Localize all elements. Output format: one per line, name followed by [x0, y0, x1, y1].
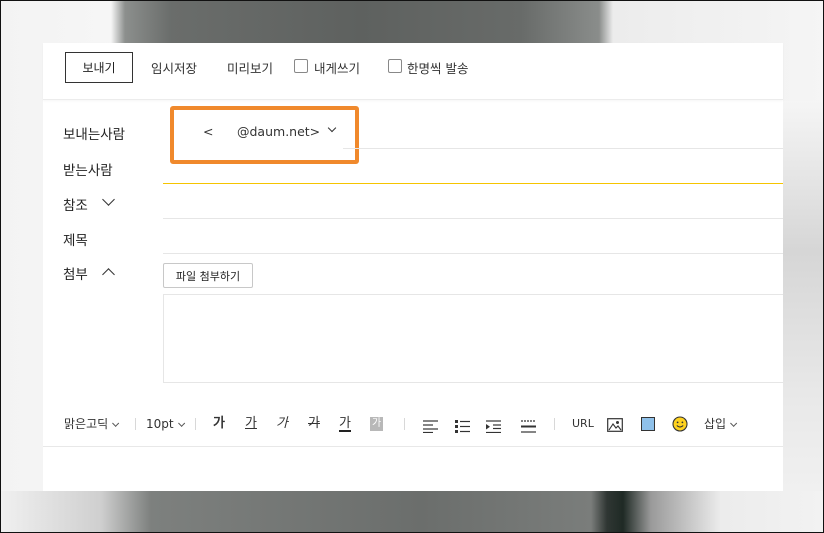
- chevron-down-icon: [177, 419, 185, 427]
- cc-label[interactable]: 참조: [63, 194, 88, 214]
- individual-send-checkbox[interactable]: [388, 59, 402, 73]
- background-color-button[interactable]: 가: [370, 417, 384, 431]
- toolbar-divider: [404, 418, 405, 430]
- font-color-button[interactable]: 가: [339, 417, 351, 432]
- preview-button[interactable]: 미리보기: [227, 58, 273, 77]
- insert-label: 삽입: [704, 417, 727, 431]
- toolbar-divider: [554, 418, 555, 430]
- underline-button[interactable]: 가: [245, 417, 257, 431]
- cc-input[interactable]: [163, 185, 783, 217]
- attach-file-button[interactable]: 파일 첨부하기: [163, 263, 253, 288]
- subject-input[interactable]: [163, 220, 783, 252]
- toolbar-divider: [195, 418, 196, 430]
- background-blur-bottom: [1, 491, 823, 532]
- insert-menu[interactable]: 삽입: [704, 417, 738, 431]
- save-draft-button[interactable]: 임시저장: [151, 58, 197, 77]
- to-myself-label[interactable]: 내게쓰기: [314, 58, 360, 77]
- sender-label: 보내는사람: [63, 127, 126, 143]
- horizontal-rule-icon[interactable]: [521, 418, 536, 433]
- subject-label: 제목: [63, 233, 88, 249]
- individual-send-label[interactable]: 한명씩 발송: [407, 58, 468, 77]
- font-size-value: 10pt: [146, 417, 174, 431]
- subject-divider: [163, 253, 783, 254]
- strikethrough-button[interactable]: 가: [308, 417, 320, 431]
- bold-button[interactable]: 가: [213, 417, 225, 431]
- to-myself-checkbox[interactable]: [294, 59, 308, 73]
- sender-divider: [343, 148, 783, 149]
- italic-button[interactable]: 가: [276, 417, 288, 431]
- attach-label[interactable]: 첨부: [63, 263, 88, 283]
- background-blur-right: [783, 101, 823, 491]
- emoticon-icon[interactable]: [672, 416, 688, 432]
- numbered-list-icon[interactable]: [455, 418, 470, 433]
- cc-divider: [163, 218, 783, 219]
- table-color-swatch-icon[interactable]: [641, 417, 655, 431]
- chevron-down-icon: [730, 419, 738, 427]
- screenshot-frame: 보내기 임시저장 미리보기 내게쓰기 한명씩 발송 보내는사람 < @daum.…: [0, 0, 824, 533]
- editor-toolbar: 맑은고딕 10pt 가 가 가 가 가 가 URL 삽입: [43, 403, 783, 447]
- indent-icon[interactable]: [486, 418, 501, 434]
- font-family-select[interactable]: 맑은고딕: [64, 417, 120, 431]
- compose-toolbar: 보내기 임시저장 미리보기 내게쓰기 한명씩 발송: [43, 43, 783, 100]
- align-left-icon[interactable]: [423, 418, 438, 434]
- attach-chevron-up-icon[interactable]: [102, 268, 115, 281]
- send-button[interactable]: 보내기: [65, 52, 133, 83]
- mail-compose-panel: 보내기 임시저장 미리보기 내게쓰기 한명씩 발송 보내는사람 < @daum.…: [43, 43, 783, 491]
- toolbar-divider: [135, 418, 136, 430]
- url-button[interactable]: URL: [572, 417, 594, 431]
- image-icon[interactable]: [607, 417, 623, 432]
- chevron-down-icon: [112, 419, 120, 427]
- font-family-value: 맑은고딕: [64, 417, 109, 431]
- recipient-active-underline: [163, 183, 783, 184]
- attachment-dropzone[interactable]: [163, 294, 783, 383]
- recipient-label: 받는사람: [63, 163, 113, 179]
- recipient-input[interactable]: [163, 151, 783, 183]
- font-size-select[interactable]: 10pt: [146, 417, 185, 431]
- cc-chevron-down-icon[interactable]: [102, 193, 115, 206]
